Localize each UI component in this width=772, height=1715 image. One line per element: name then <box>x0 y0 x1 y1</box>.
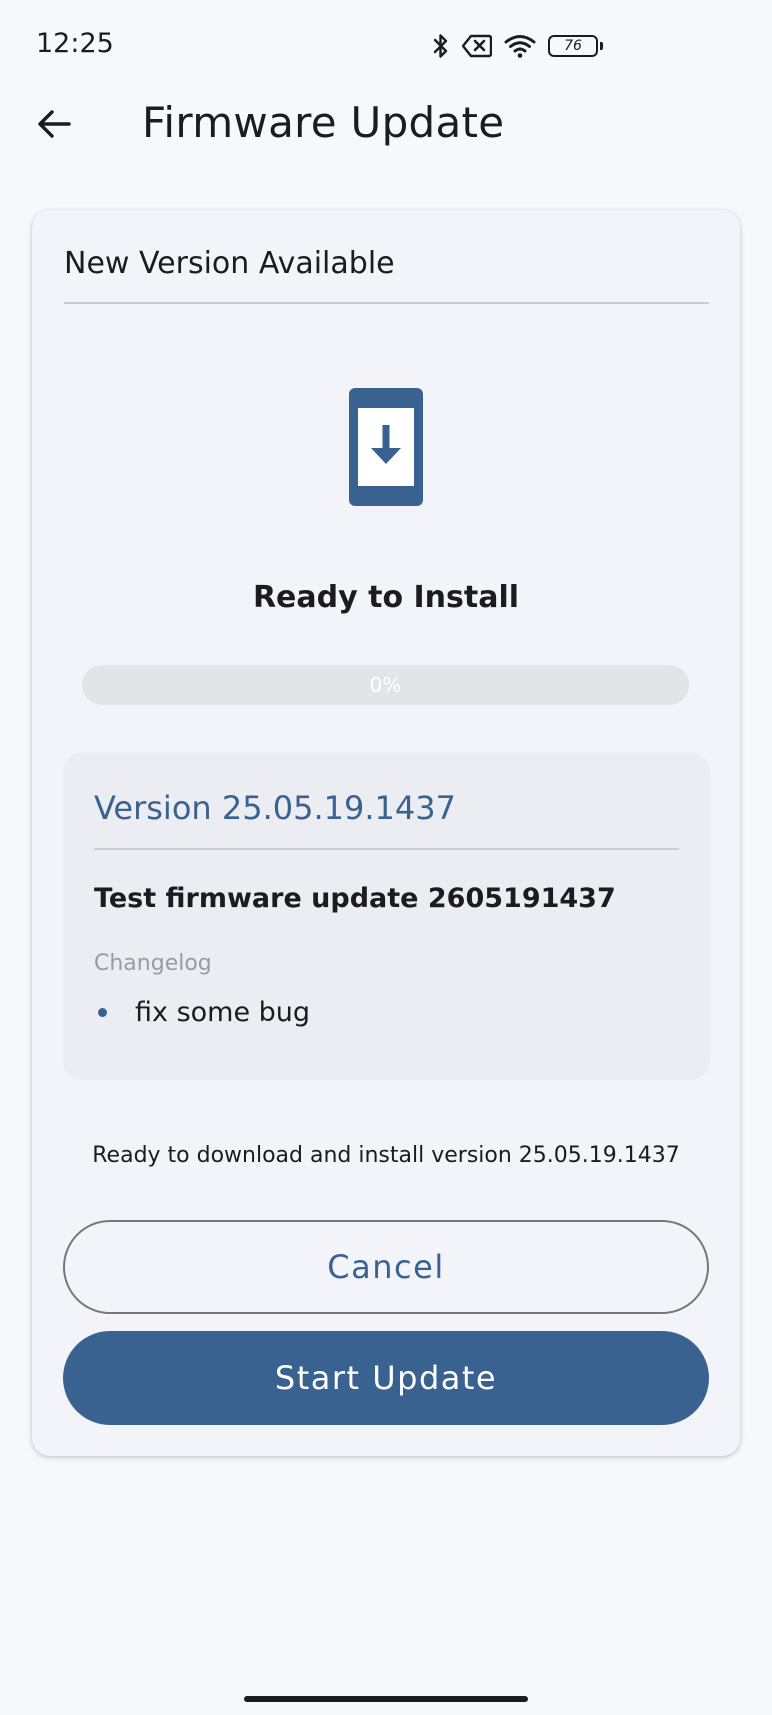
status-message: Ready to download and install version 25… <box>92 1143 680 1168</box>
status-icons: 76 <box>432 32 603 60</box>
version-divider <box>94 848 679 850</box>
back-button[interactable] <box>30 100 78 148</box>
bluetooth-icon <box>432 32 450 60</box>
arrow-back-icon <box>38 110 71 138</box>
status-bar: 12:25 76 <box>0 0 772 92</box>
bullet-icon <box>98 1008 107 1017</box>
cancel-button[interactable]: Cancel <box>63 1220 709 1314</box>
battery-icon: 76 <box>548 35 603 57</box>
battery-level: 76 <box>564 38 582 54</box>
start-update-button[interactable]: Start Update <box>63 1331 709 1425</box>
home-indicator[interactable] <box>244 1696 528 1702</box>
page-title: Firmware Update <box>142 98 505 147</box>
version-description: Test firmware update 2605191437 <box>94 883 616 914</box>
card-divider <box>64 302 709 304</box>
changelog-list: fix some bug <box>94 997 310 1028</box>
status-title: Ready to Install <box>252 580 520 615</box>
wifi-icon <box>504 34 536 58</box>
status-time: 12:25 <box>36 28 114 59</box>
progress-label: 0% <box>369 673 402 697</box>
changelog-item-text: fix some bug <box>135 997 311 1028</box>
changelog-item: fix some bug <box>94 997 310 1028</box>
phone-download-icon <box>349 388 423 506</box>
card-title: New Version Available <box>64 246 395 281</box>
version-card: Version 25.05.19.1437 Test firmware upda… <box>64 753 709 1078</box>
app-bar: Firmware Update <box>0 92 772 156</box>
no-sim-icon <box>462 34 492 58</box>
changelog-label: Changelog <box>94 951 212 976</box>
version-title: Version 25.05.19.1437 <box>94 789 456 827</box>
firmware-update-card: New Version Available Ready to Install 0… <box>32 210 740 1456</box>
progress-bar: 0% <box>82 665 689 705</box>
